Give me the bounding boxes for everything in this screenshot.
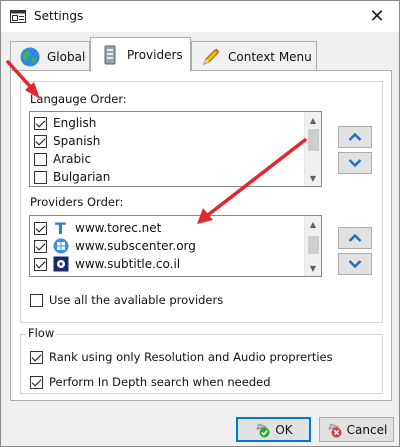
checkbox[interactable] bbox=[30, 375, 43, 389]
app-window-icon bbox=[10, 10, 26, 23]
cancel-button-label: Cancel bbox=[346, 422, 388, 437]
tab-context-menu-label: Context Menu bbox=[228, 49, 312, 64]
provider-move-up-button[interactable] bbox=[338, 227, 372, 249]
list-item[interactable]: Arabic bbox=[34, 150, 91, 168]
checkbox[interactable] bbox=[34, 134, 47, 148]
rank-option-label: Rank using only Resolution and Audio pro… bbox=[49, 350, 333, 364]
in-depth-search-checkbox[interactable]: Perform In Depth search when needed bbox=[30, 375, 271, 389]
pencil-icon bbox=[203, 48, 220, 65]
language-move-up-button[interactable] bbox=[338, 126, 372, 148]
checkbox[interactable] bbox=[30, 350, 43, 364]
list-item-label: English bbox=[53, 116, 97, 130]
cancel-x-icon bbox=[327, 422, 342, 437]
providers-tab-panel: Langauge Order: English Spanish Arabic B… bbox=[10, 70, 392, 401]
title-bar: Settings ✕ bbox=[1, 1, 399, 32]
torec-t-icon: T bbox=[53, 220, 69, 236]
list-item-label: www.subscenter.org bbox=[75, 239, 196, 253]
use-all-providers-label: Use all the avaliable providers bbox=[49, 293, 224, 307]
list-item-label: Spanish bbox=[53, 134, 101, 148]
chevron-down-icon bbox=[348, 260, 362, 268]
use-all-providers-checkbox[interactable]: Use all the avaliable providers bbox=[30, 293, 223, 307]
language-order-list[interactable]: English Spanish Arabic Bulgarian ▲ ▼ bbox=[29, 111, 322, 187]
checkbox[interactable] bbox=[34, 239, 47, 253]
svg-text:T: T bbox=[55, 220, 66, 236]
providers-order-label: Providers Order: bbox=[28, 195, 126, 209]
scroll-up-icon[interactable]: ▲ bbox=[305, 216, 321, 232]
flow-label: Flow bbox=[26, 326, 57, 340]
close-button[interactable]: ✕ bbox=[355, 1, 399, 32]
globe-icon bbox=[20, 47, 40, 66]
list-item[interactable]: English bbox=[34, 114, 96, 132]
scroll-thumb[interactable] bbox=[308, 129, 319, 151]
checkbox[interactable] bbox=[34, 221, 47, 235]
scroll-down-icon[interactable]: ▼ bbox=[305, 260, 321, 276]
checkbox[interactable] bbox=[34, 116, 47, 130]
language-move-down-button[interactable] bbox=[338, 152, 372, 174]
ok-button-label: OK bbox=[275, 422, 293, 437]
settings-window: Settings ✕ Global Providers Context Menu… bbox=[0, 0, 400, 447]
scroll-down-icon[interactable]: ▼ bbox=[305, 170, 321, 186]
scroll-thumb[interactable] bbox=[308, 236, 319, 254]
language-order-label: Langauge Order: bbox=[28, 92, 129, 106]
tab-providers[interactable]: Providers bbox=[90, 37, 191, 72]
tab-global-label: Global bbox=[47, 49, 86, 64]
window-title: Settings bbox=[34, 9, 84, 23]
windows-logo-icon bbox=[53, 238, 69, 254]
tab-providers-label: Providers bbox=[127, 48, 183, 62]
tab-global[interactable]: Global bbox=[10, 41, 90, 71]
provider-move-down-button[interactable] bbox=[338, 253, 372, 275]
server-icon bbox=[104, 45, 116, 65]
language-list-scrollbar[interactable]: ▲ ▼ bbox=[304, 112, 321, 186]
cancel-button[interactable]: Cancel bbox=[319, 417, 394, 442]
checkbox[interactable] bbox=[34, 170, 47, 184]
checkbox bbox=[34, 275, 47, 276]
list-item[interactable]: T www.torec.net bbox=[34, 219, 161, 237]
close-icon: ✕ bbox=[369, 6, 385, 27]
ok-button[interactable]: OK bbox=[236, 417, 311, 442]
providers-list-scrollbar[interactable]: ▲ ▼ bbox=[304, 216, 321, 276]
list-item-label: www.subtitle.co.il bbox=[75, 257, 181, 271]
chevron-up-icon bbox=[348, 133, 362, 141]
scroll-up-icon[interactable]: ▲ bbox=[305, 112, 321, 128]
list-item-label: www.torec.net bbox=[75, 221, 162, 235]
tab-context-menu[interactable]: Context Menu bbox=[191, 41, 317, 71]
list-item[interactable]: Bulgarian bbox=[34, 168, 110, 186]
list-item-label: Bulgarian bbox=[53, 170, 111, 184]
checkbox[interactable] bbox=[34, 257, 47, 271]
chevron-down-icon bbox=[348, 159, 362, 167]
ok-check-icon bbox=[256, 422, 270, 437]
film-reel-icon bbox=[53, 256, 69, 272]
chevron-up-icon bbox=[348, 234, 362, 242]
checkbox[interactable] bbox=[30, 293, 43, 307]
checkbox[interactable] bbox=[34, 152, 47, 166]
list-item-partial bbox=[34, 273, 53, 276]
rank-resolution-audio-checkbox[interactable]: Rank using only Resolution and Audio pro… bbox=[30, 350, 333, 364]
providers-order-list[interactable]: T www.torec.net www.subscenter.org www.s… bbox=[29, 215, 322, 277]
list-item-label: Arabic bbox=[53, 152, 92, 166]
depth-option-label: Perform In Depth search when needed bbox=[49, 375, 271, 389]
list-item[interactable]: www.subscenter.org bbox=[34, 237, 196, 255]
list-item[interactable]: Spanish bbox=[34, 132, 100, 150]
list-item[interactable]: www.subtitle.co.il bbox=[34, 255, 180, 273]
